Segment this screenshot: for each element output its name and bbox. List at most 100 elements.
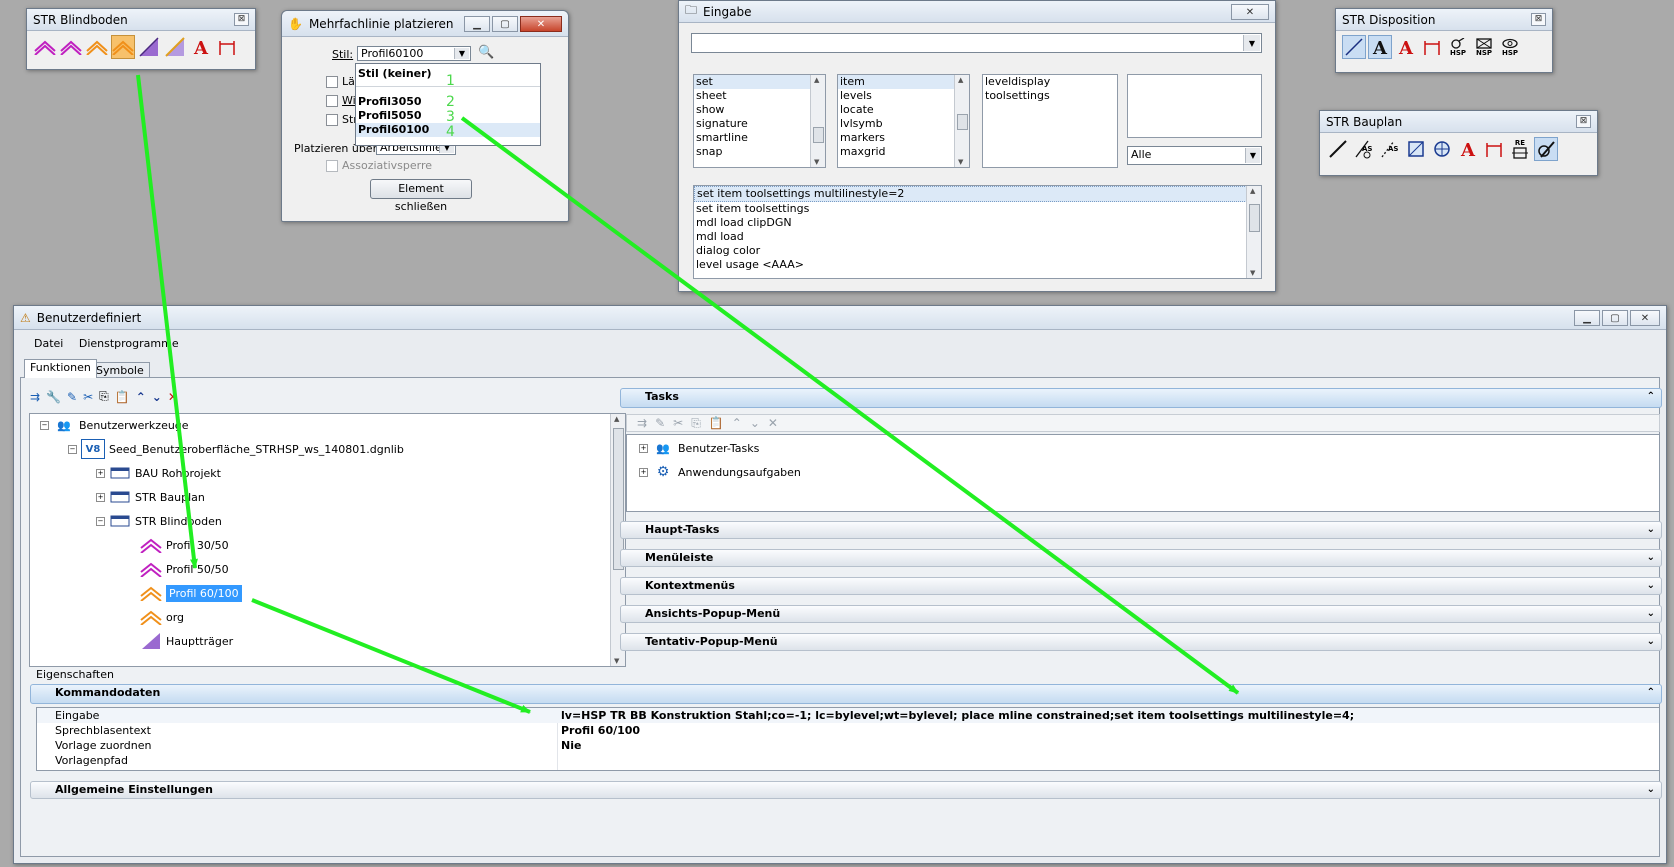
collapse-icon[interactable]: − bbox=[68, 444, 77, 454]
move-down-icon[interactable]: ⌄ bbox=[152, 390, 162, 404]
check-row-strecke[interactable]: Str bbox=[326, 113, 358, 126]
tree-node-tool[interactable]: org bbox=[140, 608, 184, 626]
new-tool-icon[interactable]: ⇉ bbox=[30, 390, 40, 404]
dimension-tool-icon[interactable] bbox=[1482, 137, 1506, 161]
keyin-list-2-item[interactable]: markers bbox=[838, 131, 969, 145]
keyin-list-1-item[interactable]: snap bbox=[694, 145, 825, 159]
close-icon[interactable]: ⊠ bbox=[234, 13, 249, 26]
tree-node-lib[interactable]: − V8 Seed_Benutzeroberfläche_STRHSP_ws_140… bbox=[68, 439, 404, 459]
mline-titlebar[interactable]: ✋ Mehrfachlinie platzieren ▁ ▢ ✕ bbox=[282, 11, 568, 37]
maximize-button[interactable]: ▢ bbox=[1602, 309, 1628, 326]
delete-icon[interactable]: ✕ bbox=[768, 416, 778, 430]
maximize-button[interactable]: ▢ bbox=[492, 15, 518, 32]
keyin-list-3[interactable]: leveldisplay toolsettings bbox=[982, 74, 1118, 168]
command-input[interactable]: ▼ bbox=[691, 33, 1262, 53]
scrollbar[interactable] bbox=[954, 75, 969, 167]
tree-node-tool[interactable]: Profil 50/50 bbox=[140, 560, 229, 578]
copy-icon[interactable]: ⎘ bbox=[691, 416, 701, 431]
hatch-as-tool-icon[interactable]: AS bbox=[1352, 137, 1376, 161]
history-item[interactable]: mdl load bbox=[694, 230, 1261, 244]
red-text-tool-icon[interactable]: A bbox=[1394, 35, 1418, 59]
keyin-list-2-item[interactable]: locate bbox=[838, 103, 969, 117]
tree-node-group[interactable]: − STR Blindboden bbox=[96, 512, 222, 530]
stil-dropdown[interactable]: Profil60100 ▼ bbox=[357, 46, 471, 61]
tasks-panel-header[interactable]: Tasks ⌃ bbox=[620, 388, 1662, 408]
pen-tool-icon[interactable] bbox=[1534, 137, 1558, 161]
move-up-icon[interactable]: ⌃ bbox=[732, 416, 742, 430]
line-tool-icon[interactable] bbox=[1326, 137, 1350, 161]
property-value[interactable]: lv=HSP TR BB Konstruktion Stahl;co=-1; l… bbox=[561, 708, 1354, 723]
panel-haupt-tasks[interactable]: Haupt-Tasks ⌄ bbox=[620, 521, 1662, 539]
scrollbar[interactable] bbox=[1246, 186, 1261, 278]
collapse-icon[interactable]: − bbox=[40, 420, 49, 430]
move-down-icon[interactable]: ⌄ bbox=[750, 416, 760, 430]
expand-icon[interactable]: + bbox=[96, 468, 105, 478]
keyin-list-2-item[interactable]: lvlsymb bbox=[838, 117, 969, 131]
tree-node-root[interactable]: − 👥 Benutzerwerkzeuge bbox=[40, 416, 189, 434]
property-value[interactable]: Profil 60/100 bbox=[561, 723, 640, 738]
eingabe-titlebar[interactable]: 🗀 Eingabe ✕ bbox=[679, 1, 1275, 23]
area-tool-icon[interactable] bbox=[1404, 137, 1428, 161]
check-row-winkel[interactable]: Wi bbox=[326, 94, 356, 107]
close-icon[interactable]: ⊠ bbox=[1531, 13, 1546, 26]
tree-node-tool-selected[interactable]: Profil 60/100 bbox=[140, 584, 242, 602]
laenge-checkbox[interactable] bbox=[326, 76, 338, 88]
dimension-tool-icon[interactable] bbox=[1420, 35, 1444, 59]
keyin-list-1[interactable]: set sheet show signature smartline snap bbox=[693, 74, 826, 168]
wrench-icon[interactable]: ✎ bbox=[655, 416, 665, 430]
bauplan-titlebar[interactable]: STR Bauplan ⊠ bbox=[1320, 111, 1597, 133]
paste-icon[interactable]: 📋 bbox=[709, 416, 724, 430]
element-close-button[interactable]: Element schließen bbox=[370, 179, 472, 213]
rotate-tool-icon[interactable] bbox=[1430, 137, 1454, 161]
copy-icon[interactable]: ⎘ bbox=[99, 389, 109, 404]
keyin-list-1-item[interactable]: sheet bbox=[694, 89, 825, 103]
task-node[interactable]: + ⚙ Anwendungsaufgaben bbox=[639, 463, 801, 481]
profile-50-50-tool-icon[interactable] bbox=[59, 35, 83, 59]
keyin-list-3-item[interactable]: leveldisplay bbox=[983, 75, 1117, 89]
history-item[interactable]: mdl load clipDGN bbox=[694, 216, 1261, 230]
property-value[interactable]: Nie bbox=[561, 738, 581, 753]
expand-icon[interactable]: + bbox=[639, 467, 648, 477]
text-tool-icon[interactable]: A bbox=[1368, 35, 1392, 59]
delete-icon[interactable]: ✕ bbox=[168, 390, 178, 404]
wrench-icon[interactable]: 🔧 bbox=[46, 390, 61, 404]
tab-funktionen[interactable]: Funktionen bbox=[24, 359, 97, 378]
expand-icon[interactable]: + bbox=[639, 443, 648, 453]
profile-30-50-tool-icon[interactable] bbox=[33, 35, 57, 59]
keyin-list-4[interactable] bbox=[1127, 74, 1262, 138]
new-tool-icon[interactable]: ⇉ bbox=[637, 416, 647, 430]
text-tool-icon[interactable]: A bbox=[189, 35, 213, 59]
profile-60-100-tool-icon[interactable] bbox=[85, 35, 109, 59]
hatch-as-dashed-tool-icon[interactable]: AS bbox=[1378, 137, 1402, 161]
main-titlebar[interactable]: ⚠ Benutzerdefiniert ▁ ▢ ✕ bbox=[14, 306, 1666, 330]
line-tool-icon[interactable] bbox=[1342, 35, 1366, 59]
blindboden-titlebar[interactable]: STR Blindboden ⊠ bbox=[27, 9, 255, 31]
keyin-list-2[interactable]: item levels locate lvlsymb markers maxgr… bbox=[837, 74, 970, 168]
hsp-connection-tool-icon[interactable]: HSP bbox=[1446, 35, 1470, 59]
allgemeine-einstellungen-header[interactable]: Allgemeine Einstellungen ⌄ bbox=[30, 781, 1662, 799]
profile-org-tool-icon[interactable] bbox=[111, 35, 135, 59]
close-button[interactable]: ✕ bbox=[1630, 309, 1660, 326]
search-icon[interactable]: 🔍 bbox=[478, 45, 494, 60]
wrench-edit-icon[interactable]: ✎ bbox=[67, 390, 77, 404]
dimension-tool-icon[interactable] bbox=[215, 35, 239, 59]
menu-datei[interactable]: Datei bbox=[28, 336, 69, 352]
history-item[interactable]: set item toolsettings multilinestyle=2 bbox=[694, 186, 1261, 202]
tree-node-group[interactable]: + STR Bauplan bbox=[96, 488, 205, 506]
keyin-list-2-item[interactable]: maxgrid bbox=[838, 145, 969, 159]
filter-dropdown[interactable]: Alle ▼ bbox=[1127, 146, 1262, 165]
cut-icon[interactable]: ✂ bbox=[83, 390, 93, 404]
keyin-list-1-item[interactable]: signature bbox=[694, 117, 825, 131]
panel-kontextmenues[interactable]: Kontextmenüs ⌄ bbox=[620, 577, 1662, 595]
panel-menueleiste[interactable]: Menüleiste ⌄ bbox=[620, 549, 1662, 567]
keyin-list-2-item[interactable]: item bbox=[838, 75, 969, 89]
red-text-tool-icon[interactable]: A bbox=[1456, 137, 1480, 161]
beam-line-tool-icon[interactable] bbox=[163, 35, 187, 59]
tree-node-tool[interactable]: Profil 30/50 bbox=[140, 536, 229, 554]
history-item[interactable]: dialog color bbox=[694, 244, 1261, 258]
tree-node-group[interactable]: + BAU Rohprojekt bbox=[96, 464, 221, 482]
minimize-button[interactable]: ▁ bbox=[1574, 309, 1600, 326]
keyin-list-2-item[interactable]: levels bbox=[838, 89, 969, 103]
keyin-list-1-item[interactable]: smartline bbox=[694, 131, 825, 145]
scrollbar[interactable] bbox=[610, 414, 625, 666]
